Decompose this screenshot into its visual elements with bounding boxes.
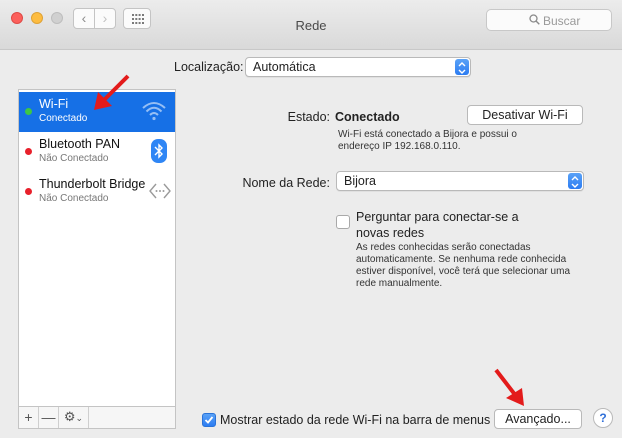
network-preferences-window: ‹ › Rede Buscar Localização: Automática (0, 0, 622, 438)
title-bar: ‹ › Rede Buscar (0, 0, 622, 50)
annotation-arrow-icon (494, 368, 524, 406)
network-name-value: Bijora (344, 174, 376, 188)
checkmark-icon (204, 416, 214, 424)
wifi-detail-panel: Estado: Conectado Desativar Wi-Fi Wi-Fi … (190, 89, 613, 429)
service-actions-button[interactable]: ⚙⌄ (59, 407, 89, 428)
state-label: Estado: (287, 110, 330, 124)
gear-icon: ⚙ (63, 409, 76, 424)
status-dot-disconnected (25, 148, 32, 155)
state-description-line1: Wi-Fi está conectado a Bijora e possui o (338, 129, 517, 140)
service-item-thunderbolt-bridge[interactable]: Thunderbolt Bridge Não Conectado (19, 172, 175, 212)
service-status: Não Conectado (39, 153, 109, 164)
service-list: Wi-Fi Conectado Bluetooth PAN Não Conect… (18, 89, 176, 407)
location-value: Automática (253, 60, 316, 74)
service-name: Wi-Fi (39, 97, 69, 111)
show-status-label[interactable]: Mostrar estado da rede Wi-Fi na barra de… (220, 413, 490, 427)
show-status-checkbox[interactable] (202, 413, 216, 427)
service-list-toolbar: + — ⚙⌄ (18, 407, 176, 429)
bluetooth-icon (151, 139, 167, 163)
service-name: Bluetooth PAN (39, 137, 121, 151)
popup-stepper-icon (455, 59, 469, 75)
status-dot-connected (25, 108, 32, 115)
remove-service-button[interactable]: — (39, 407, 59, 428)
status-dot-disconnected (25, 188, 32, 195)
chevron-down-icon: ⌄ (75, 413, 84, 423)
help-button[interactable]: ? (593, 408, 613, 428)
wifi-icon (142, 102, 166, 121)
service-status: Conectado (39, 113, 88, 124)
service-item-bluetooth-pan[interactable]: Bluetooth PAN Não Conectado (19, 132, 175, 172)
search-field[interactable]: Buscar (486, 9, 612, 31)
network-name-label: Nome da Rede: (242, 176, 330, 190)
service-name: Thunderbolt Bridge (39, 177, 146, 191)
add-service-button[interactable]: + (19, 407, 39, 428)
ask-join-description-line4: rede manualmente. (356, 278, 443, 289)
toggle-wifi-button[interactable]: Desativar Wi-Fi (467, 105, 583, 125)
search-placeholder: Buscar (543, 14, 581, 28)
ask-join-label-line2: novas redes (356, 226, 425, 240)
ask-join-checkbox[interactable] (336, 215, 350, 229)
popup-stepper-icon (568, 173, 582, 189)
location-label: Localização: (174, 60, 244, 74)
ask-join-description-line2: automaticamente. Se nenhuma rede conheci… (356, 254, 567, 265)
state-description-line2: endereço IP 192.168.0.110. (338, 141, 461, 152)
search-icon (529, 14, 540, 25)
annotation-arrow-icon (94, 74, 130, 110)
network-name-popup[interactable]: Bijora (336, 171, 584, 191)
advanced-button[interactable]: Avançado... (494, 409, 582, 429)
ask-join-label[interactable]: Perguntar para conectar-se a novas redes (356, 209, 519, 241)
thunderbolt-bridge-icon (149, 183, 171, 199)
location-popup[interactable]: Automática (245, 57, 471, 77)
state-value: Conectado (335, 110, 400, 124)
ask-join-label-line1: Perguntar para conectar-se a (356, 210, 519, 224)
ask-join-description-line1: As redes conhecidas serão conectadas (356, 242, 531, 253)
service-status: Não Conectado (39, 193, 109, 204)
ask-join-description-line3: estiver disponível, você terá que seleci… (356, 266, 571, 277)
